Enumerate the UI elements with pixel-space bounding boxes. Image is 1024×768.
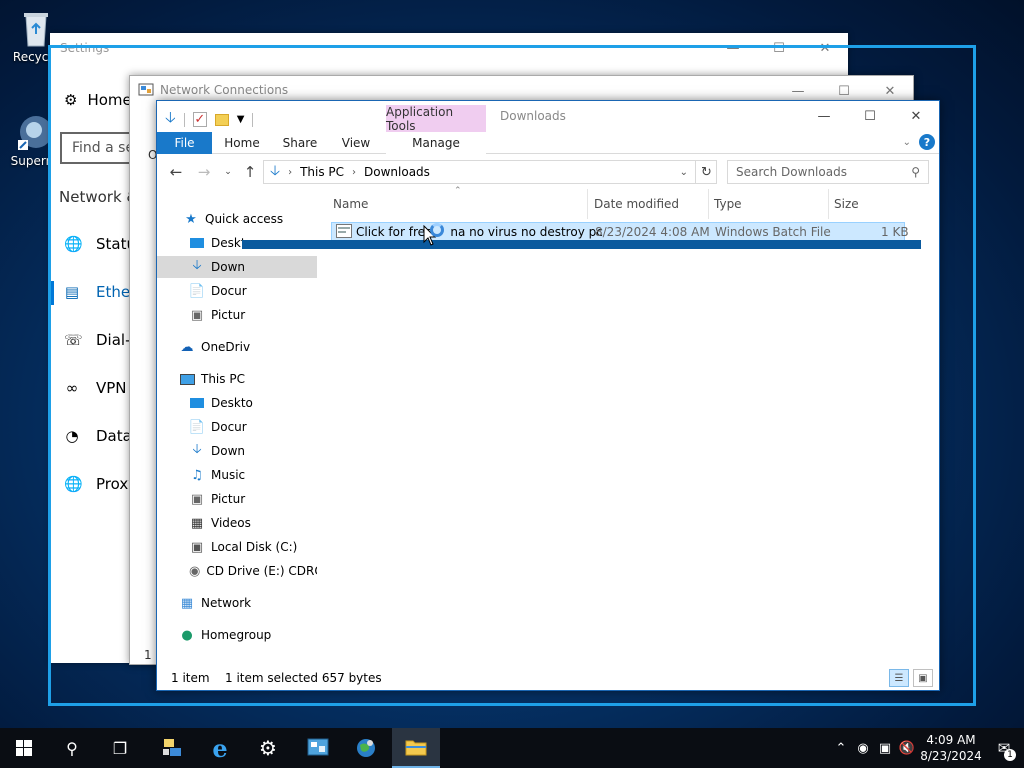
snap-assist-outline <box>48 45 976 706</box>
taskbar-internet-explorer[interactable]: e <box>196 728 244 768</box>
taskbar-file-explorer[interactable] <box>392 728 440 768</box>
action-center-button[interactable]: ✉ 1 <box>984 739 1024 761</box>
clock[interactable]: 4:09 AM 8/23/2024 <box>918 732 984 764</box>
taskbar-globe-app[interactable] <box>342 728 390 768</box>
taskbar-network-app[interactable] <box>148 728 196 768</box>
search-icon: ⚲ <box>66 738 78 758</box>
windows-logo-icon <box>16 740 32 756</box>
system-tray: ⌃ ◉ ▣ 🔇 4:09 AM 8/23/2024 ✉ 1 <box>830 728 1024 768</box>
volume-muted-icon[interactable]: 🔇 <box>896 741 918 756</box>
record-icon[interactable]: ◉ <box>852 741 874 756</box>
internet-explorer-icon: e <box>212 733 228 763</box>
search-button[interactable]: ⚲ <box>48 728 96 768</box>
taskbar-control-panel[interactable] <box>294 728 342 768</box>
gear-icon: ⚙ <box>259 736 277 760</box>
taskbar-settings[interactable]: ⚙ <box>244 728 292 768</box>
task-view-button[interactable]: ❐ <box>96 728 144 768</box>
start-button[interactable] <box>0 728 48 768</box>
notification-count-badge: 1 <box>1004 749 1016 761</box>
task-view-icon: ❐ <box>112 738 128 758</box>
busy-spinner-icon <box>430 223 444 237</box>
network-status-icon[interactable]: ▣ <box>874 741 896 756</box>
chevron-up-icon[interactable]: ⌃ <box>830 741 852 756</box>
control-panel-icon <box>307 738 329 756</box>
network-app-icon <box>163 739 181 756</box>
taskbar: ⚲ ❐ e ⚙ ⌃ ◉ ▣ 🔇 4:09 AM 8/23/2024 ✉ 1 <box>0 728 1024 768</box>
clock-date: 8/23/2024 <box>920 749 982 763</box>
clock-time: 4:09 AM <box>926 733 976 747</box>
globe-app-icon <box>357 739 375 757</box>
folder-icon <box>405 740 427 756</box>
